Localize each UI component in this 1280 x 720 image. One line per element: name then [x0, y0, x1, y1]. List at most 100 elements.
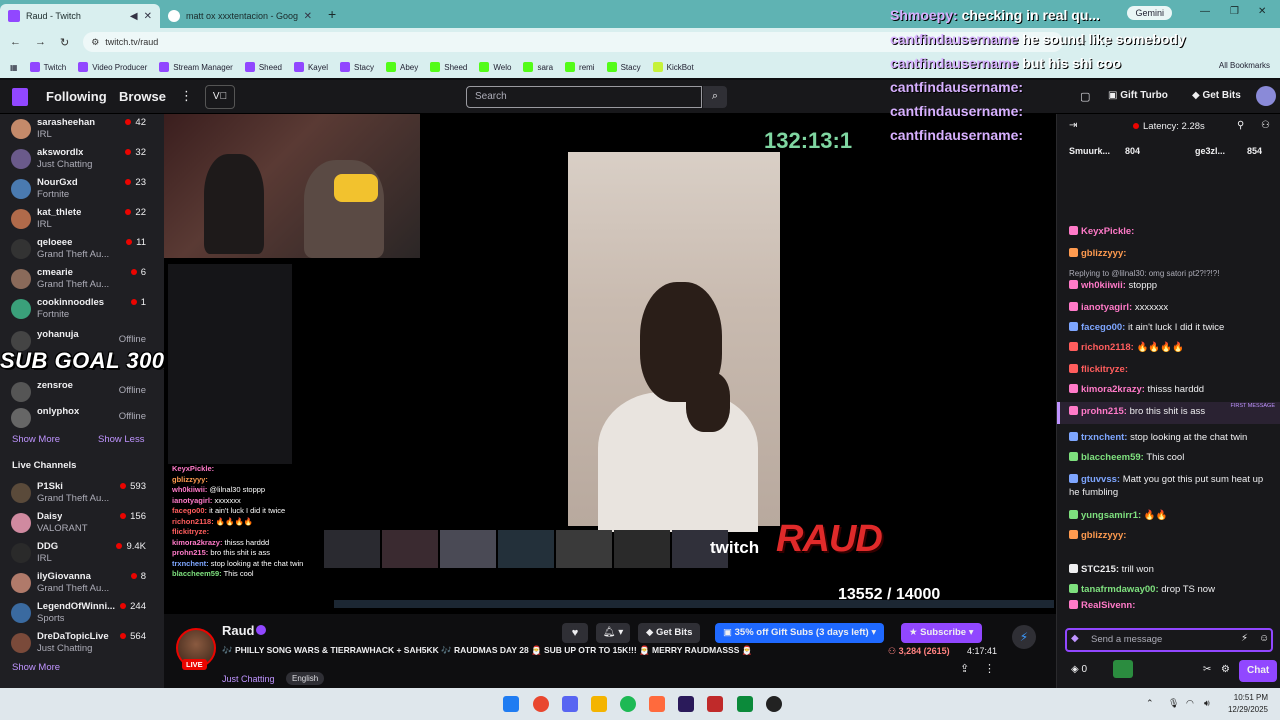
app-icon[interactable]	[737, 696, 753, 712]
minimize-icon[interactable]: —	[1200, 6, 1210, 17]
volume-icon[interactable]: 🔊︎	[1204, 698, 1210, 709]
twitch-logo-icon[interactable]	[12, 88, 28, 106]
chat-username[interactable]: facego00:	[1081, 322, 1125, 333]
bookmark[interactable]: Twitch	[29, 62, 66, 72]
sidebar-channel-offline[interactable]: onlyphox Offline	[0, 403, 164, 433]
app-icon[interactable]	[707, 696, 723, 712]
chat-username[interactable]: wh0kiiwii:	[1081, 280, 1126, 291]
user-avatar[interactable]	[1256, 86, 1276, 106]
sidebar-channel[interactable]: qeloeee Grand Theft Au... 11	[0, 234, 164, 264]
close-window-icon[interactable]: ✕	[1258, 6, 1266, 17]
follow-button[interactable]: ♥	[562, 623, 588, 643]
more-options-icon[interactable]: ⋮	[984, 662, 995, 675]
settings-icon[interactable]: ⚙	[1221, 664, 1230, 675]
prediction-icon[interactable]	[1113, 660, 1133, 678]
chat-username[interactable]: gtuvvss:	[1081, 474, 1120, 485]
nav-following[interactable]: Following	[46, 89, 107, 104]
tray-chevron-icon[interactable]: ⌃	[1146, 698, 1154, 709]
chat-username[interactable]: richon2118:	[1081, 342, 1134, 353]
sidebar-channel[interactable]: cookinnoodles Fortnite 1	[0, 294, 164, 324]
bookmark[interactable]: Stream Manager	[159, 62, 233, 72]
browser-tab-google[interactable]: matt ox xxxtentacion - Google ✕	[160, 4, 320, 28]
sidebar-live-channel[interactable]: ilyGiovanna Grand Theft Au... 8	[0, 568, 164, 598]
close-tab-icon[interactable]: ✕	[304, 11, 312, 22]
users-icon[interactable]: ⚇	[1261, 120, 1270, 131]
bookmark[interactable]: Sheed	[430, 62, 467, 72]
bookmark[interactable]: KickBot	[652, 62, 694, 72]
all-bookmarks-link[interactable]: All Bookmarks	[1219, 61, 1270, 70]
emote-icon[interactable]: ☺	[1259, 633, 1269, 644]
collapse-chat-icon[interactable]: ⇥	[1069, 120, 1077, 131]
bookmark[interactable]: Video Producer	[78, 62, 147, 72]
sidebar-live-channel[interactable]: Daisy VALORANT 156	[0, 508, 164, 538]
close-tab-icon[interactable]: ✕	[144, 11, 152, 22]
mute-icon[interactable]: ◀	[130, 11, 138, 22]
chat-badge-icon[interactable]: ◆	[1071, 633, 1079, 644]
pin-icon[interactable]: ⚲	[1237, 120, 1244, 131]
site-info-icon[interactable]: ⚙	[91, 37, 99, 48]
subscribe-button[interactable]: ★ Subscribe ▾	[901, 623, 982, 643]
chat-username[interactable]: trxnchent:	[1081, 432, 1127, 443]
effects-icon[interactable]: ✂	[1203, 664, 1211, 675]
wifi-icon[interactable]: ◠	[1186, 698, 1194, 709]
chat-username[interactable]: blaccheem59:	[1081, 452, 1144, 463]
maximize-icon[interactable]: ❐	[1230, 6, 1239, 17]
app-icon[interactable]	[649, 696, 665, 712]
notifications-button[interactable]: 🔔︎ ▾	[596, 623, 630, 643]
streamer-name[interactable]: Raud	[222, 623, 255, 638]
folder-icon[interactable]	[591, 696, 607, 712]
bookmark[interactable]: Welo	[479, 62, 511, 72]
chat-username[interactable]: kimora2krazy:	[1081, 384, 1145, 395]
leaderboard[interactable]: Smuurk... 804 ge3zl... 854	[1057, 144, 1280, 160]
language-tag[interactable]: English	[286, 672, 325, 685]
chat-username[interactable]: STC215:	[1081, 564, 1119, 575]
sidebar-live-channel[interactable]: LegendOfWinni... Sports 244	[0, 598, 164, 628]
sidebar-channel[interactable]: akswordlx Just Chatting 32	[0, 144, 164, 174]
bits-cheer-icon[interactable]: ⚡	[1241, 633, 1248, 644]
category-link[interactable]: Just Chatting	[222, 674, 275, 684]
more-icon[interactable]: ⋮	[180, 88, 193, 104]
reload-icon[interactable]: ↻	[60, 36, 69, 49]
show-less-link[interactable]: Show Less	[98, 434, 144, 445]
premiere-icon[interactable]	[678, 696, 694, 712]
browser-tab-twitch[interactable]: Raud - Twitch ◀ ✕	[0, 4, 160, 28]
mic-icon[interactable]: 🎙︎	[1168, 698, 1179, 709]
sidebar-channel[interactable]: kat_thlete IRL 22	[0, 204, 164, 234]
bookmark[interactable]: remi	[565, 62, 595, 72]
sidebar-live-channel[interactable]: P1Ski Grand Theft Au... 593	[0, 478, 164, 508]
discord-icon[interactable]	[562, 696, 578, 712]
chat-send-button[interactable]: Chat	[1239, 660, 1278, 682]
extension-icon[interactable]: V⃞	[205, 85, 235, 109]
share-icon[interactable]: ⇪	[960, 662, 969, 675]
obs-icon[interactable]	[766, 696, 782, 712]
get-bits-button[interactable]: ◆ Get Bits	[638, 623, 701, 643]
bookmark[interactable]: Sheed	[244, 62, 282, 72]
show-more-live-link[interactable]: Show More	[12, 662, 60, 673]
hype-train-icon[interactable]: ⚡	[1012, 625, 1036, 649]
chat-username[interactable]: tanafrmdaway00:	[1081, 584, 1159, 595]
bookmark[interactable]: Kayel	[293, 62, 328, 72]
chat-username[interactable]: prohn215:	[1081, 406, 1127, 417]
search-input[interactable]: Search	[466, 86, 702, 108]
system-clock[interactable]: 10:51 PM 12/29/2025	[1228, 692, 1268, 716]
gift-subs-button[interactable]: ▣ 35% off Gift Subs (3 days left) ▾	[715, 623, 885, 643]
apps-icon[interactable]: ▦	[10, 63, 18, 72]
sidebar-live-channel[interactable]: DreDaTopicLive Just Chatting 564	[0, 628, 164, 658]
chat-username[interactable]: yungsamirr1:	[1081, 510, 1141, 521]
bookmark[interactable]: Stacy	[606, 62, 641, 72]
chat-username[interactable]: KeyxPickle:	[1081, 226, 1134, 237]
nav-browse[interactable]: Browse	[119, 89, 166, 104]
sidebar-channel[interactable]: NourGxd Fortnite 23	[0, 174, 164, 204]
search-icon[interactable]: ⌕	[703, 86, 727, 108]
sidebar-channel[interactable]: cmearie Grand Theft Au... 6	[0, 264, 164, 294]
bookmark[interactable]: Abey	[386, 62, 418, 72]
windows-start-icon[interactable]	[503, 696, 519, 712]
chat-username[interactable]: ianotyagirl:	[1081, 302, 1132, 313]
chat-username[interactable]: flickitryze:	[1081, 364, 1128, 375]
chat-username[interactable]: RealSivenn:	[1081, 600, 1135, 611]
spotify-icon[interactable]	[620, 696, 636, 712]
chrome-icon[interactable]	[533, 696, 549, 712]
sidebar-live-channel[interactable]: DDG IRL 9.4K	[0, 538, 164, 568]
get-bits-top-button[interactable]: ◆ Get Bits	[1192, 90, 1241, 101]
new-tab-button[interactable]: +	[328, 6, 336, 22]
